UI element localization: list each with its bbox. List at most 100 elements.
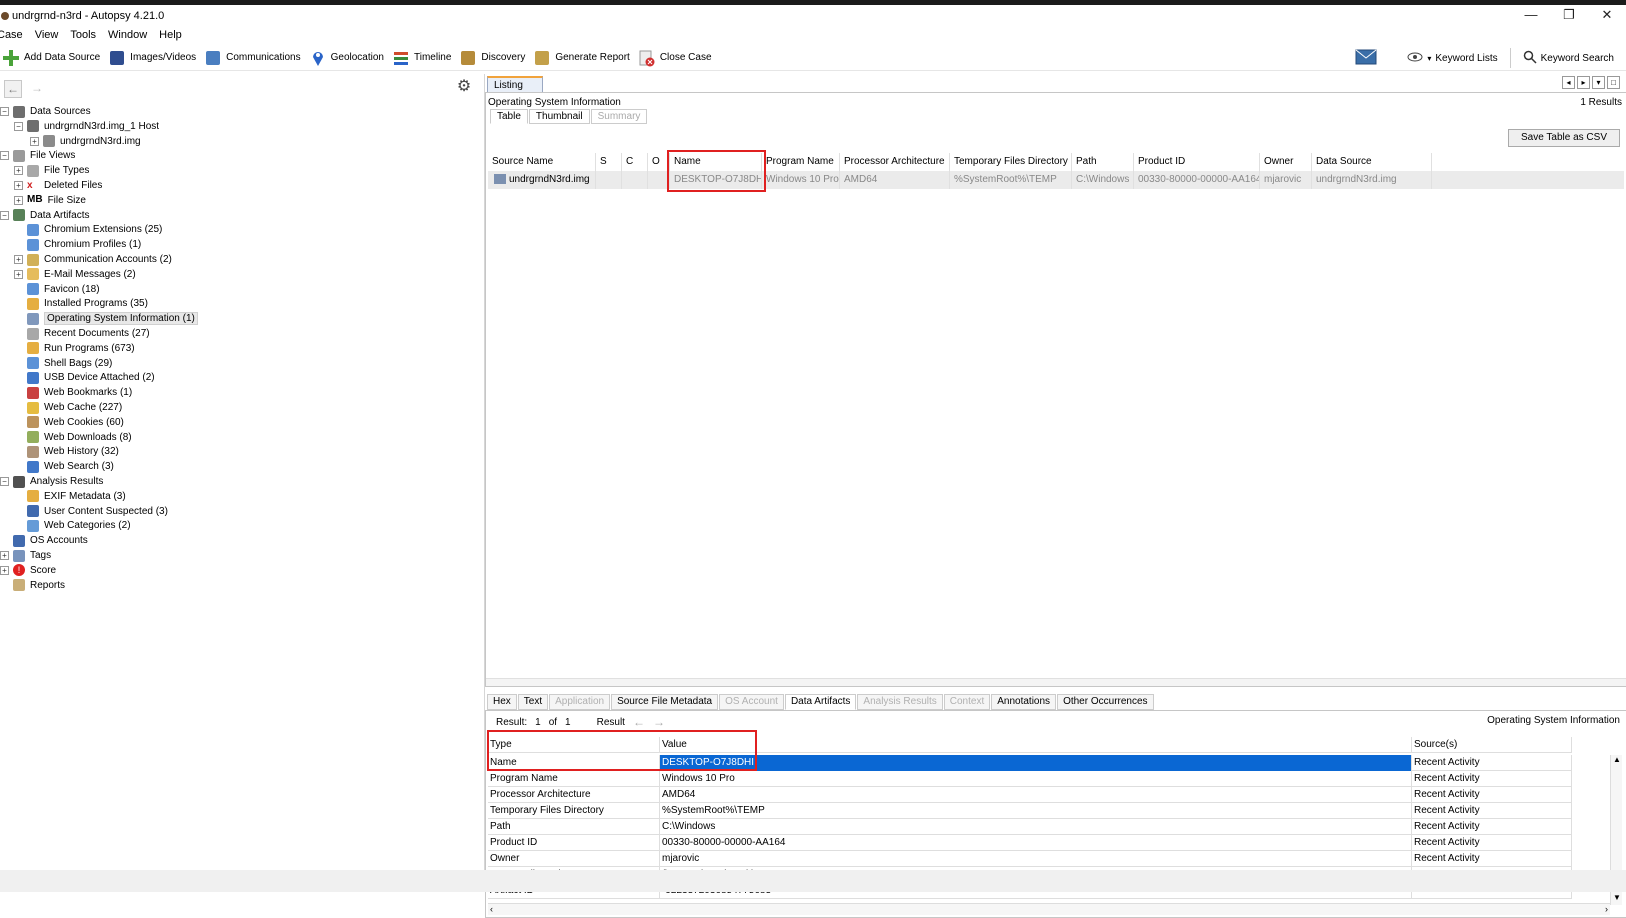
tree-item-score[interactable]: +! Score (0, 563, 56, 578)
column-header[interactable]: Source Name (488, 153, 596, 171)
back-arrow-icon[interactable]: ← (4, 80, 22, 98)
expand-icon[interactable]: + (30, 136, 39, 146)
artifact-horizontal-scrollbar[interactable]: ‹ › (488, 903, 1610, 915)
tree-item-file-views[interactable]: − File Views (0, 148, 75, 163)
expand-icon[interactable]: + (0, 565, 9, 575)
tree-item-chromium-extensions[interactable]: Chromium Extensions (25) (14, 222, 162, 237)
tab-source-file-metadata[interactable]: Source File Metadata (611, 694, 719, 710)
keyword-lists-button[interactable]: ▾ Keyword Lists (1407, 52, 1498, 65)
scroll-right-icon[interactable]: ▸ (1577, 76, 1590, 89)
maximize-pane-icon[interactable]: □ (1607, 76, 1620, 89)
images-videos-button[interactable]: Images/Videos (108, 49, 196, 67)
listing-scrollbar[interactable] (486, 678, 1626, 686)
column-header[interactable]: Type (488, 737, 660, 753)
artifact-row[interactable]: Temporary Files Directory %SystemRoot%\TE… (488, 803, 1572, 819)
tree-item-analysis-results[interactable]: − Analysis Results (0, 474, 103, 489)
forward-arrow-icon[interactable]: → (28, 80, 46, 98)
gear-icon[interactable]: ⚙ (455, 78, 473, 96)
collapse-icon[interactable]: − (0, 151, 9, 161)
column-header[interactable]: Name (670, 153, 762, 171)
column-header[interactable]: Processor Architecture (840, 153, 950, 171)
close-window-button[interactable]: ✕ (1588, 5, 1626, 27)
artifact-row[interactable]: Path C:\Windows Recent Activity (488, 819, 1572, 835)
tree-item-web-search[interactable]: Web Search (3) (14, 459, 114, 474)
discovery-button[interactable]: Discovery (459, 49, 525, 67)
tree-item-run-programs[interactable]: Run Programs (673) (14, 341, 135, 356)
menu-case[interactable]: Case (0, 29, 23, 41)
artifact-row[interactable]: Owner mjarovic Recent Activity (488, 851, 1572, 867)
tree-item-tags[interactable]: + Tags (0, 548, 51, 563)
maximize-button[interactable]: ❐ (1550, 5, 1588, 27)
column-header[interactable]: Source(s) (1412, 737, 1572, 753)
tree-item-communication-accounts[interactable]: + Communication Accounts (2) (14, 252, 172, 267)
column-header[interactable]: S (596, 153, 622, 171)
column-header[interactable]: Owner (1260, 153, 1312, 171)
scroll-left-arrow-icon[interactable]: ‹ (490, 904, 493, 914)
menu-view[interactable]: View (35, 29, 59, 41)
artifact-row[interactable]: Processor Architecture AMD64 Recent Activi… (488, 787, 1572, 803)
envelope-icon[interactable] (1355, 49, 1377, 68)
table-row[interactable]: undrgrndN3rd.img DESKTOP-O7J8DHI Windows 1… (488, 171, 1624, 189)
collapse-icon[interactable]: − (0, 477, 9, 486)
tab-annotations[interactable]: Annotations (991, 694, 1057, 710)
tree-item-user-content-suspected[interactable]: User Content Suspected (3) (14, 504, 168, 519)
expand-icon[interactable]: + (14, 166, 23, 176)
menu-tools[interactable]: Tools (70, 29, 96, 41)
tree-item-web-cookies[interactable]: Web Cookies (60) (14, 415, 124, 430)
tab-list-icon[interactable]: ▾ (1592, 76, 1605, 89)
tree-item-chromium-profiles[interactable]: Chromium Profiles (1) (14, 237, 141, 252)
save-table-csv-button[interactable]: Save Table as CSV (1508, 129, 1620, 147)
timeline-button[interactable]: Timeline (392, 49, 451, 67)
tree-item-reports[interactable]: Reports (0, 578, 65, 593)
column-header[interactable]: Value (660, 737, 1412, 753)
tree-item-exif-metadata[interactable]: EXIF Metadata (3) (14, 489, 126, 504)
tree-item-favicon[interactable]: Favicon (18) (14, 282, 100, 297)
column-header[interactable]: Path (1072, 153, 1134, 171)
expand-icon[interactable]: + (14, 195, 23, 205)
tree-item-e-mail-messages[interactable]: + E-Mail Messages (2) (14, 267, 136, 282)
tab-other-occurrences[interactable]: Other Occurrences (1057, 694, 1154, 710)
next-result-icon[interactable]: → (653, 715, 665, 729)
collapse-icon[interactable]: − (14, 121, 23, 131)
artifact-row[interactable]: Name DESKTOP-O7J8DHI Recent Activity (488, 755, 1572, 771)
column-header[interactable]: O (648, 153, 670, 171)
artifact-row[interactable]: Program Name Windows 10 Pro Recent Activit… (488, 771, 1572, 787)
collapse-icon[interactable]: − (0, 210, 9, 220)
column-header[interactable]: C (622, 153, 648, 171)
tree-item-web-bookmarks[interactable]: Web Bookmarks (1) (14, 385, 132, 400)
expand-icon[interactable]: + (14, 181, 23, 190)
communications-button[interactable]: Communications (204, 49, 301, 67)
geolocation-button[interactable]: Geolocation (309, 49, 384, 67)
tree-item-web-categories[interactable]: Web Categories (2) (14, 518, 131, 533)
tree-item-usb-device-attached[interactable]: USB Device Attached (2) (14, 370, 155, 385)
tab-text[interactable]: Text (517, 694, 549, 710)
subtab-table[interactable]: Table (490, 109, 528, 124)
collapse-icon[interactable]: − (0, 107, 9, 116)
tree-item-web-history[interactable]: Web History (32) (14, 444, 119, 459)
column-header[interactable]: Program Name (762, 153, 840, 171)
tree-item-operating-system-information[interactable]: Operating System Information (1) (14, 311, 198, 326)
column-header[interactable]: Data Source (1312, 153, 1432, 171)
generate-report-button[interactable]: Generate Report (533, 49, 630, 67)
artifact-row[interactable]: Product ID 00330-80000-00000-AA164 Recent … (488, 835, 1572, 851)
keyword-search-button[interactable]: Keyword Search (1523, 50, 1614, 67)
expand-icon[interactable]: + (14, 269, 23, 279)
tree-item-file-size[interactable]: + MB File Size (14, 193, 86, 208)
tab-data-artifacts[interactable]: Data Artifacts (784, 694, 857, 710)
scroll-right-arrow-icon[interactable]: › (1605, 904, 1608, 914)
expand-icon[interactable]: + (0, 551, 9, 560)
tree-item-web-downloads[interactable]: Web Downloads (8) (14, 430, 132, 445)
close-case-button[interactable]: Close Case (638, 49, 712, 67)
tab-listing[interactable]: Listing (487, 76, 543, 92)
tree-item-web-cache[interactable]: Web Cache (227) (14, 400, 122, 415)
tree-item-data-artifacts[interactable]: − Data Artifacts (0, 208, 89, 223)
subtab-thumbnail[interactable]: Thumbnail (528, 109, 590, 124)
tree-item-recent-documents[interactable]: Recent Documents (27) (14, 326, 150, 341)
tree-item-file-types[interactable]: + File Types (14, 163, 89, 178)
tree-item-data-sources[interactable]: − Data Sources (0, 104, 91, 119)
tree-item-shell-bags[interactable]: Shell Bags (29) (14, 356, 112, 371)
scroll-up-icon[interactable]: ▲ (1611, 755, 1623, 767)
tree-item-undrgrndn3rd-img[interactable]: + undrgrndN3rd.img (30, 134, 141, 149)
scroll-left-icon[interactable]: ◂ (1562, 76, 1575, 89)
column-header[interactable]: Product ID (1134, 153, 1260, 171)
